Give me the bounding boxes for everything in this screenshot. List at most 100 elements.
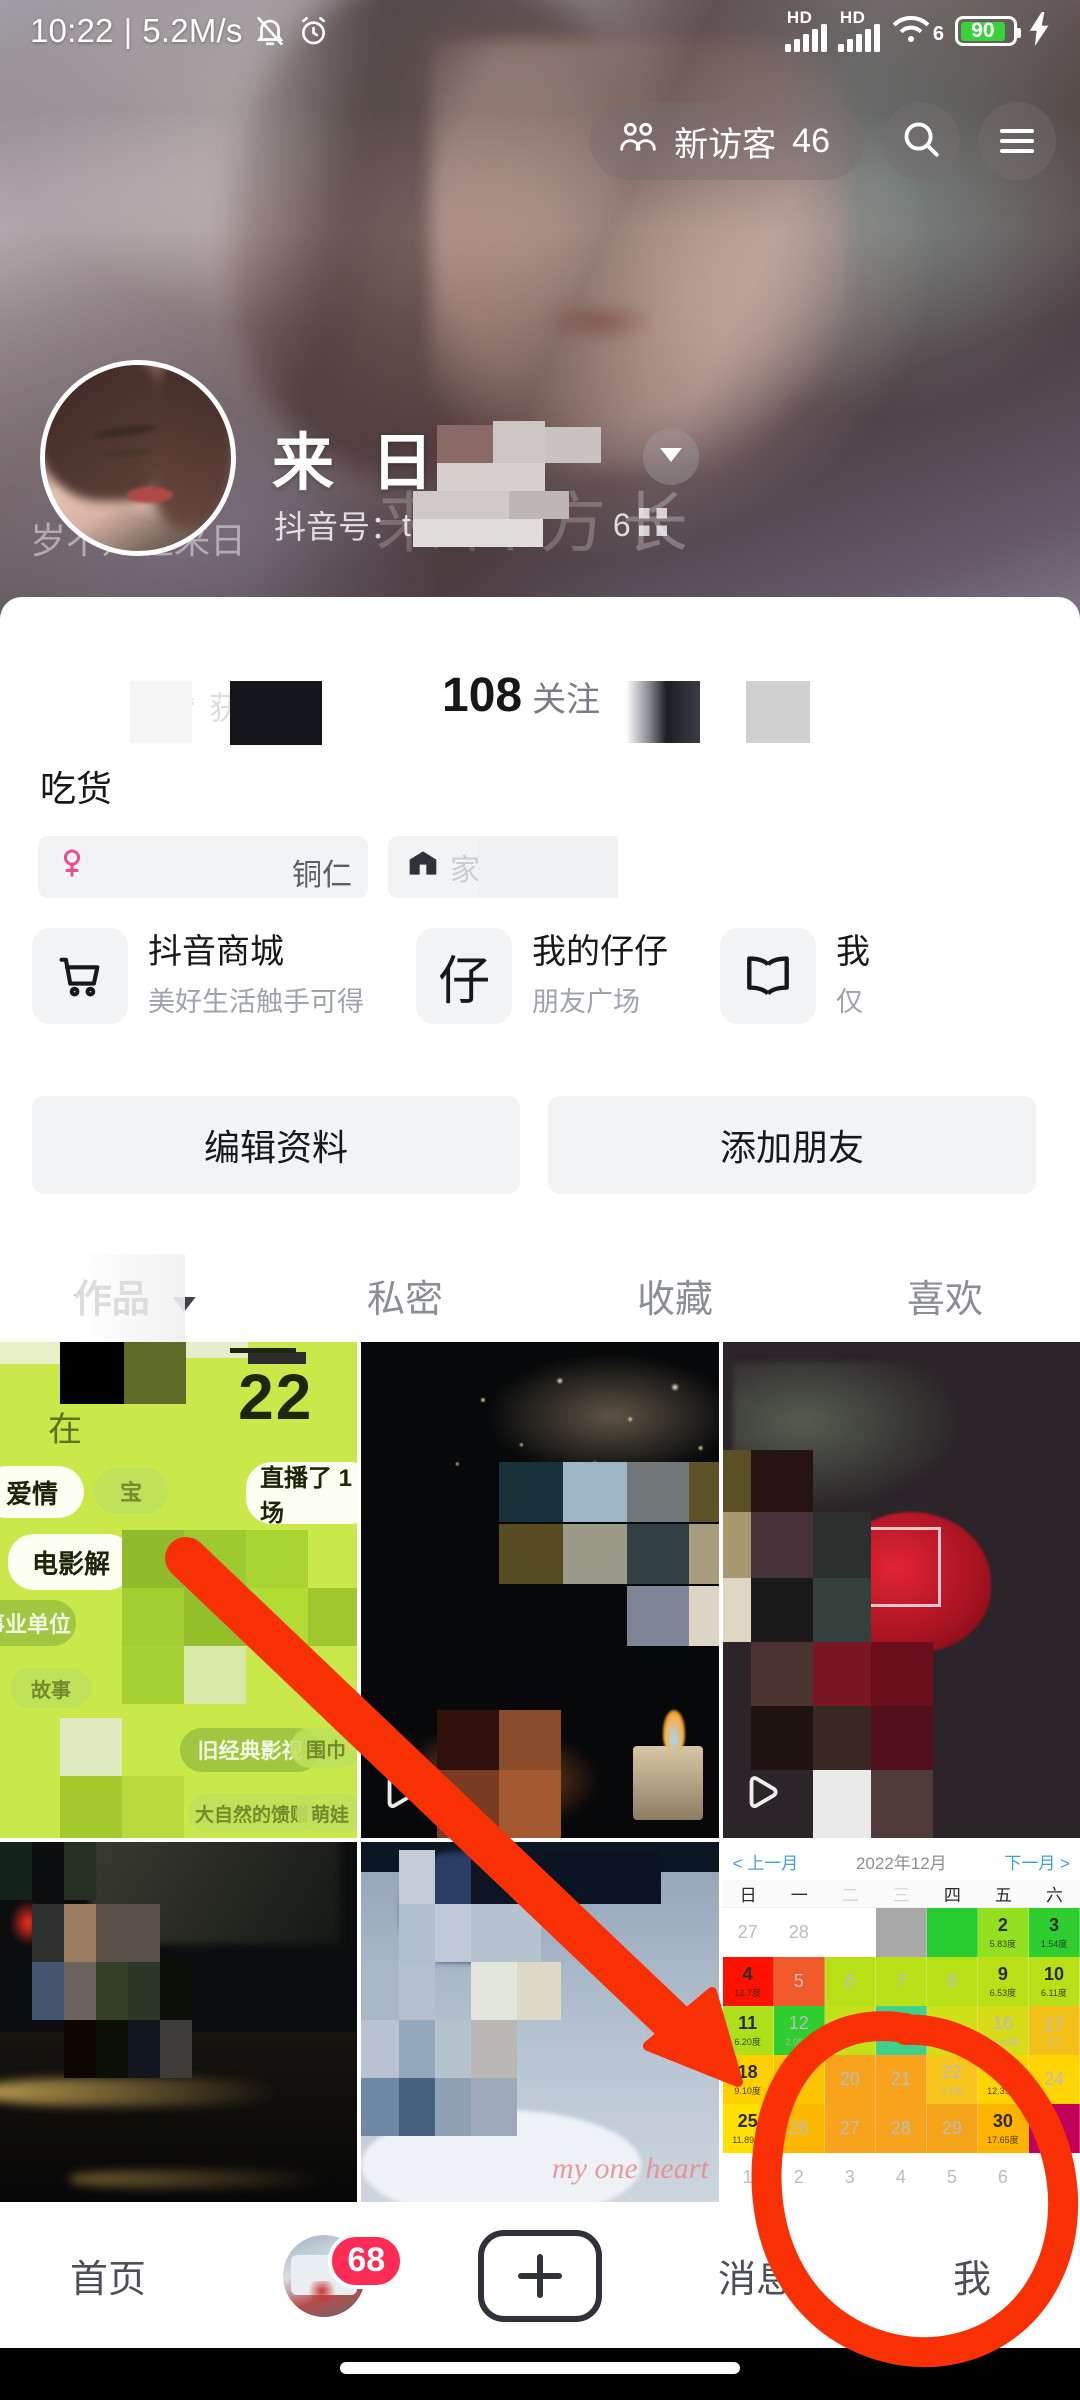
calendar-next-month[interactable]: 下一月 > <box>1004 1849 1070 1874</box>
nav-profile-label: 我 <box>952 2259 991 2301</box>
calendar-day[interactable]: 10 6.11度 <box>1028 1957 1080 2006</box>
wifi-6-icon: 6 <box>891 16 944 46</box>
tag-location-redaction <box>100 844 290 890</box>
tab-private[interactable]: 私密 <box>270 1268 540 1323</box>
calendar-day[interactable]: 19 <box>773 2055 825 2104</box>
new-visitor-button[interactable]: 新访客 46 <box>590 102 864 180</box>
zai-character-icon: 仔 <box>416 928 512 1024</box>
battery-icon: 90 <box>955 16 1021 46</box>
calendar-day[interactable]: 28 <box>773 1908 825 1957</box>
calendar-day[interactable]: 20 <box>824 2055 876 2104</box>
calendar-day[interactable]: 30 17.65度 <box>977 2104 1029 2153</box>
calendar-day[interactable]: 28 <box>875 2104 927 2153</box>
tab-works[interactable]: 作品 <box>0 1253 270 1350</box>
tab-private-label: 私密 <box>366 1278 443 1321</box>
calendar-day[interactable]: 1 <box>722 2153 774 2202</box>
calendar-day[interactable]: 16 12.46度 <box>977 2006 1029 2055</box>
nav-messages[interactable]: 消息 <box>648 2248 864 2303</box>
douyin-id-row[interactable]: 抖音号： t 6 <box>274 491 667 548</box>
calendar-day[interactable]: 11 6.20度 <box>722 2006 774 2055</box>
thumb5-script-text: my one heart <box>552 2152 709 2185</box>
content-tabs: 作品 私密 收藏 喜欢 <box>0 1248 1080 1350</box>
calendar-day[interactable]: 22 9.1度 <box>926 2055 978 2104</box>
thumb1-chip-2: 宝 <box>94 1468 168 1514</box>
calendar-day[interactable]: 29 <box>926 2104 978 2153</box>
calendar-weekday: 一 <box>790 1886 808 1905</box>
calendar-day[interactable]: 7 <box>875 1957 927 2006</box>
calendar-day[interactable]: 13 <box>824 2006 876 2055</box>
calendar-day[interactable]: 26 <box>773 2104 825 2153</box>
nav-create[interactable] <box>432 2229 648 2322</box>
home-indicator[interactable] <box>340 2362 740 2374</box>
calendar-title: 2022年12月 <box>855 1853 947 1873</box>
add-friend-button[interactable]: 添加朋友 <box>548 1096 1036 1194</box>
service-third-partial[interactable]: 我 仅 <box>720 928 870 1024</box>
calendar-weekday: 日 <box>739 1886 757 1905</box>
service-my-zaizai[interactable]: 仔 我的仔仔 朋友广场 <box>416 928 668 1024</box>
video-thumbnail-2[interactable] <box>361 1342 719 1838</box>
calendar-day[interactable]: 17 6.5 <box>1028 2006 1080 2055</box>
tab-favorites[interactable]: 收藏 <box>540 1268 810 1323</box>
video-thumbnail-3[interactable] <box>722 1342 1080 1838</box>
video-thumbnail-4[interactable] <box>0 1842 358 2202</box>
calendar-day[interactable]: 24 <box>1028 2055 1080 2104</box>
calendar-day[interactable] <box>824 1908 876 1957</box>
calendar-day[interactable]: 27 <box>722 1908 774 1957</box>
video-thumbnail-1[interactable]: 在 22 爱情 宝 直播了 1 场 电影解 事业单位 故事 旧经典影视 围巾 大… <box>0 1342 358 1838</box>
calendar-day[interactable]: 31 <box>1028 2104 1080 2153</box>
calendar-day[interactable]: 6 <box>824 1957 876 2006</box>
calendar-day[interactable]: 27 <box>824 2104 876 2153</box>
calendar-day[interactable] <box>875 1908 927 1957</box>
calendar-day[interactable]: 3 <box>824 2153 876 2202</box>
calendar-day[interactable]: 5 <box>926 2153 978 2202</box>
cover-lip-detail <box>540 300 660 344</box>
tab-likes[interactable]: 喜欢 <box>810 1268 1080 1323</box>
calendar-day[interactable]: 25 11.89度 <box>722 2104 774 2153</box>
calendar-day[interactable]: 14 <box>875 2006 927 2055</box>
edit-profile-button[interactable]: 编辑资料 <box>32 1096 520 1194</box>
profile-dropdown-button[interactable] <box>643 429 700 485</box>
calendar-day[interactable]: 8 <box>926 1957 978 2006</box>
nav-home[interactable]: 首页 <box>0 2248 216 2303</box>
service-subtitle-3: 仅 <box>836 987 863 1018</box>
tag-hometown[interactable]: 家 <box>388 836 618 898</box>
calendar-day[interactable]: 18 9.10度 <box>722 2055 774 2104</box>
plus-icon <box>478 2229 602 2322</box>
nav-friends[interactable]: 68 <box>216 2232 432 2317</box>
calendar-day[interactable]: 23 12.39度 <box>977 2055 1029 2104</box>
profile-bio[interactable]: 吃货 <box>40 760 112 812</box>
calendar-day[interactable]: 4 <box>875 2153 927 2202</box>
video-thumbnail-6-calendar[interactable]: < 上一月 2022年12月 下一月 > 日一二三四五六 27 28 2 5.83度 3… <box>722 1842 1080 2202</box>
stat-redaction-mask-4 <box>626 681 701 743</box>
calendar-prev-month[interactable]: < 上一月 <box>733 1849 799 1874</box>
stat-item-following[interactable]: 108 关注 <box>442 668 600 723</box>
nav-profile[interactable]: 我 <box>864 2248 1080 2303</box>
calendar-day[interactable] <box>926 1908 978 1957</box>
service-title-3: 我 <box>836 932 870 971</box>
service-douyin-mall[interactable]: 抖音商城 美好生活触手可得 <box>32 928 364 1024</box>
calendar-day[interactable]: 6 <box>977 2153 1029 2202</box>
calendar-day[interactable]: 4 12.7度 <box>722 1957 774 2006</box>
edit-profile-label: 编辑资料 <box>203 1127 348 1168</box>
calendar-day[interactable]: 2 <box>773 2153 825 2202</box>
tag-location[interactable]: 州 · 铜仁 <box>38 836 368 898</box>
avatar[interactable] <box>40 360 236 556</box>
calendar-day[interactable]: 5 <box>773 1957 825 2006</box>
calendar-day[interactable]: 12 2.05度 <box>773 2006 825 2055</box>
status-network-speed: 5.2M/s <box>142 12 243 49</box>
calendar-day[interactable]: 2 5.83度 <box>977 1908 1029 1957</box>
video-grid: 在 22 爱情 宝 直播了 1 场 电影解 事业单位 故事 旧经典影视 围巾 大… <box>0 1342 1080 2202</box>
calendar-day[interactable]: 7 <box>1028 2153 1080 2202</box>
menu-button[interactable] <box>978 102 1056 180</box>
status-bar: 10:22 | 5.2M/s HD HD 6 90 <box>0 0 1080 62</box>
calendar-day[interactable]: 3 1.54度 <box>1028 1908 1080 1957</box>
video-thumbnail-5[interactable]: my one heart <box>361 1842 719 2202</box>
calendar-day[interactable]: 15 <box>926 2006 978 2055</box>
wifi-6-label: 6 <box>932 23 944 45</box>
calendar-day[interactable]: 21 <box>875 2055 927 2104</box>
profile-name-row[interactable]: 来 日 <box>272 412 700 502</box>
calendar-weekday: 三 <box>892 1886 910 1905</box>
calendar-day[interactable]: 9 6.53度 <box>977 1957 1029 2006</box>
thumb1-chip-5: 故事 <box>10 1668 92 1708</box>
search-button[interactable] <box>882 102 960 180</box>
